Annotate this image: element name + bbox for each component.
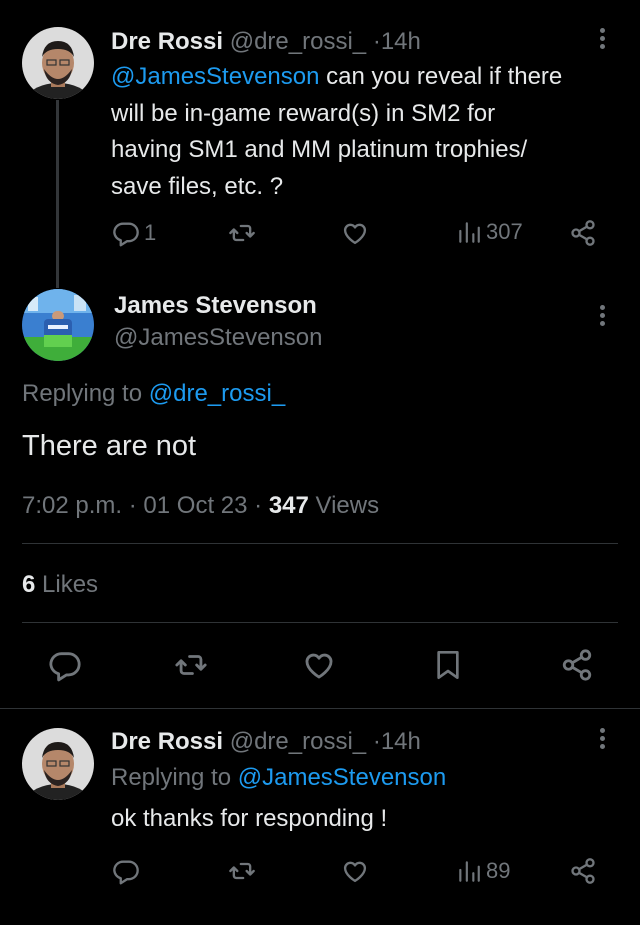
views-count: 347: [268, 492, 309, 519]
like-icon: [341, 219, 369, 247]
retweet-button[interactable]: [227, 857, 257, 885]
tweet-date[interactable]: 01 Oct 23: [143, 492, 247, 519]
separator-dot: ·: [372, 28, 381, 55]
separator-dot: ·: [254, 492, 263, 519]
separator-dot: ·: [128, 492, 137, 519]
retweet-icon: [227, 857, 257, 885]
tweet-text-line: can you reveal if there: [319, 63, 563, 90]
retweet-button[interactable]: [227, 219, 257, 247]
like-icon: [341, 857, 369, 885]
divider: [22, 622, 618, 623]
likes-label: Likes: [35, 571, 99, 598]
tweet-time[interactable]: 7:02 p.m.: [22, 492, 122, 519]
views-label: Views: [308, 492, 380, 519]
tweet-text-line: will be in-game reward(s) in SM2 for: [111, 99, 496, 127]
more-icon[interactable]: [600, 28, 606, 52]
tweet-3-text: ok thanks for responding !: [111, 805, 388, 832]
reply-icon: [112, 219, 140, 247]
avatar-dre-rossi[interactable]: [22, 728, 94, 800]
likes-summary[interactable]: 6 Likes: [22, 569, 98, 601]
separator-dot: ·: [372, 728, 381, 755]
tweet-time[interactable]: 14h: [381, 728, 421, 755]
share-icon: [560, 648, 594, 682]
view-count: 89: [486, 858, 511, 883]
like-button[interactable]: [341, 219, 369, 247]
replying-handle[interactable]: @JamesStevenson: [238, 764, 446, 791]
tweet-1-header: Dre Rossi @dre_rossi_ ·14h: [111, 27, 421, 57]
tweet-text-line: save files, etc. ?: [111, 172, 284, 200]
avatar-dre-rossi[interactable]: [22, 27, 94, 99]
tweet-3-header: Dre Rossi @dre_rossi_ ·14h: [111, 727, 421, 757]
tweet-1-text: @JamesStevenson can you reveal if there …: [111, 59, 626, 205]
like-button[interactable]: [302, 648, 336, 682]
likes-count: 6: [22, 571, 36, 598]
replying-to: Replying to @JamesStevenson: [111, 762, 446, 794]
reply-count: 1: [144, 220, 157, 245]
retweet-icon: [227, 219, 257, 247]
view-count: 307: [486, 219, 523, 244]
author-name[interactable]: James Stevenson: [114, 291, 317, 321]
tweet-meta: 7:02 p.m. · 01 Oct 23 · 347 Views: [22, 490, 379, 522]
views-button[interactable]: 89: [456, 858, 510, 884]
tweet-text-line: having SM1 and MM platinum trophies/: [111, 136, 528, 163]
retweet-button[interactable]: [173, 648, 209, 682]
author-name[interactable]: Dre Rossi: [111, 28, 223, 55]
like-button[interactable]: [341, 857, 369, 885]
more-icon[interactable]: [600, 305, 606, 329]
bookmark-icon: [432, 648, 464, 682]
avatar-james-stevenson[interactable]: [22, 289, 94, 361]
reply-icon: [48, 648, 82, 682]
share-button[interactable]: [569, 857, 597, 885]
author-handle[interactable]: @dre_rossi_: [230, 28, 366, 55]
replying-label: Replying to: [111, 764, 238, 791]
mention-link[interactable]: @JamesStevenson: [111, 63, 319, 90]
tweet-time[interactable]: 14h: [381, 28, 421, 55]
views-button[interactable]: 307: [456, 219, 523, 245]
views-icon: [456, 219, 482, 245]
share-button[interactable]: [569, 219, 597, 247]
author-handle[interactable]: @dre_rossi_: [230, 728, 366, 755]
reply-icon: [112, 857, 140, 885]
replying-to: Replying to @dre_rossi_: [22, 378, 285, 410]
retweet-icon: [173, 648, 209, 682]
replying-handle[interactable]: @dre_rossi_: [149, 380, 285, 407]
share-icon: [569, 219, 597, 247]
main-tweet-text: There are not: [22, 430, 197, 462]
bookmark-button[interactable]: [432, 648, 464, 682]
reply-button[interactable]: [48, 648, 82, 682]
divider: [0, 708, 640, 709]
share-button[interactable]: [560, 648, 594, 682]
share-icon: [569, 857, 597, 885]
thread-line: [56, 100, 59, 288]
author-name[interactable]: Dre Rossi: [111, 728, 223, 755]
more-icon[interactable]: [600, 728, 606, 752]
replying-label: Replying to: [22, 380, 149, 407]
reply-button[interactable]: 1: [112, 219, 156, 247]
views-icon: [456, 858, 482, 884]
like-icon: [302, 648, 336, 682]
divider: [22, 543, 618, 544]
author-handle[interactable]: @JamesStevenson: [114, 323, 322, 353]
reply-button[interactable]: [112, 857, 140, 885]
